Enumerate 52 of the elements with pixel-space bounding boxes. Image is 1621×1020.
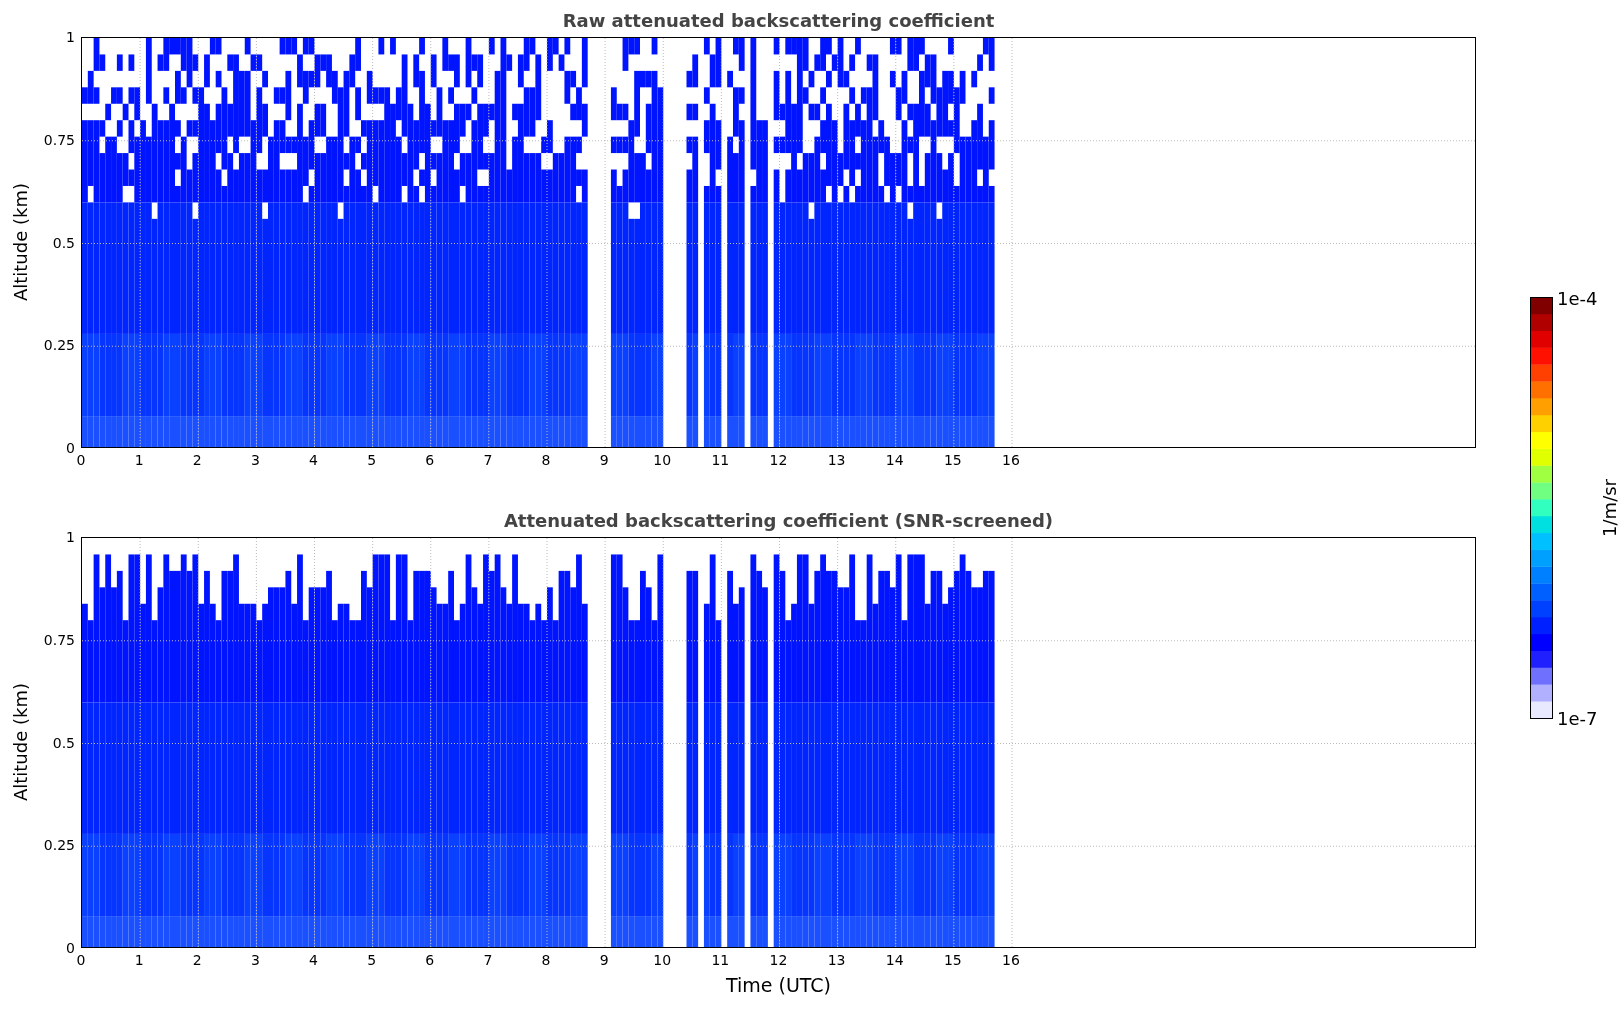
tick-label: 6: [425, 452, 435, 468]
tick-label: 7: [483, 452, 493, 468]
tick-label: 3: [250, 452, 260, 468]
tick-label: 6: [425, 952, 435, 968]
tick-label: 0.75: [43, 131, 75, 148]
tick-label: 15: [943, 952, 962, 968]
tick-label: 10: [653, 952, 672, 968]
tick-label: 1: [66, 529, 75, 545]
tick-label: 12: [769, 952, 788, 968]
tick-label: 5: [367, 452, 377, 468]
tick-label: 1: [134, 952, 144, 968]
tick-label: 14: [885, 452, 904, 468]
tick-label: 2: [192, 452, 202, 468]
axis-label: 1/m/sr: [1599, 478, 1620, 537]
tick-label: 15: [943, 452, 962, 468]
tick-label: 1: [66, 29, 75, 45]
tick-label: 5: [367, 952, 377, 968]
tick-label: 1e-4: [1557, 287, 1598, 308]
tick-label: 0.25: [43, 837, 75, 854]
tick-label: 7: [483, 952, 493, 968]
tick-label: 0.25: [43, 337, 75, 354]
tick-label: 9: [599, 952, 609, 968]
axis-label: Time (UTC): [726, 974, 831, 996]
tick-label: 11: [711, 452, 730, 468]
axis-label: Altitude (km): [9, 183, 31, 302]
chart-title: Raw attenuated backscattering coefficient: [561, 9, 996, 33]
tick-label: 1: [134, 452, 144, 468]
tick-label: 10: [653, 452, 672, 468]
tick-label: 13: [827, 952, 846, 968]
tick-label: 3: [250, 952, 260, 968]
chart-title: Attenuated backscattering coefficient (SNR-screened): [502, 509, 1055, 533]
tick-label: 0: [76, 452, 86, 468]
tick-label: 11: [711, 952, 730, 968]
tick-label: 0.75: [43, 631, 75, 648]
tick-label: 16: [1002, 452, 1020, 468]
tick-label: 0: [66, 440, 75, 456]
tick-label: 13: [827, 452, 846, 468]
tick-label: 0.5: [52, 734, 75, 751]
tick-label: 9: [599, 452, 609, 468]
tick-label: 0.5: [52, 234, 75, 251]
tick-label: 14: [885, 952, 904, 968]
tick-label: 16: [1002, 952, 1020, 968]
tick-label: 2: [192, 952, 202, 968]
tick-label: 4: [309, 952, 318, 968]
tick-label: 8: [541, 452, 551, 468]
tick-label: 1e-7: [1557, 707, 1598, 728]
tick-label: 12: [769, 452, 788, 468]
tick-label: 0: [76, 952, 86, 968]
tick-label: 0: [66, 940, 75, 956]
tick-label: 8: [541, 952, 551, 968]
axis-label: Altitude (km): [9, 683, 31, 802]
tick-label: 4: [309, 452, 318, 468]
